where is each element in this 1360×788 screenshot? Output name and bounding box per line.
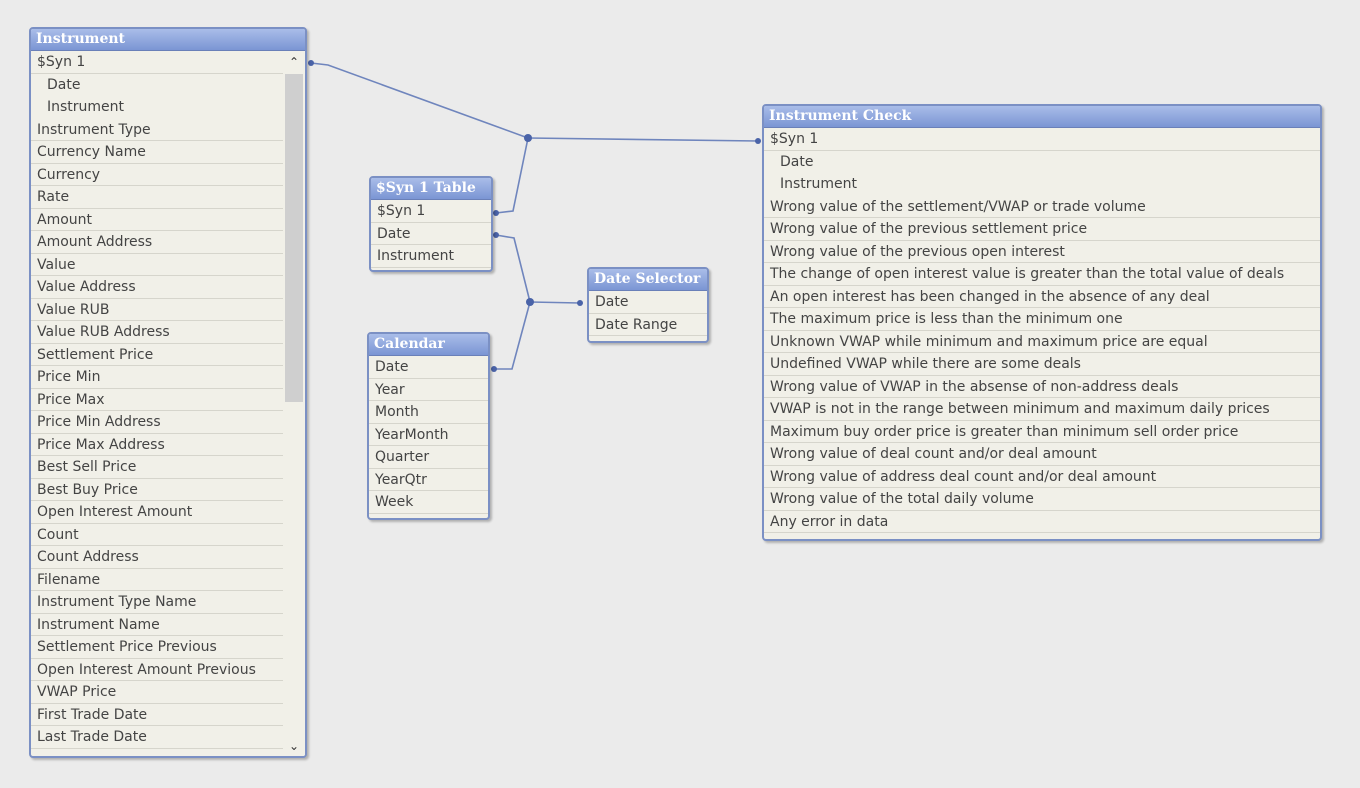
link-syn1date-to-hub (495, 234, 531, 303)
port-syn1 (493, 210, 499, 216)
table-title[interactable]: Date Selector (589, 269, 707, 291)
field-row[interactable]: Last Trade Date (31, 726, 283, 749)
field-row[interactable]: VWAP is not in the range between minimum… (764, 398, 1320, 421)
field-row[interactable]: Date (371, 223, 491, 245)
field-row[interactable]: Instrument (31, 96, 283, 119)
field-row[interactable]: Amount Address (31, 231, 283, 254)
field-row[interactable]: Wrong value of address deal count and/or… (764, 466, 1320, 488)
field-row[interactable]: Best Buy Price (31, 479, 283, 501)
field-row[interactable]: Settlement Price Previous (31, 636, 283, 659)
field-row[interactable]: Instrument (764, 173, 1320, 196)
field-row[interactable]: Date (764, 151, 1320, 174)
field-row[interactable]: An open interest has been changed in the… (764, 286, 1320, 308)
field-row[interactable]: Instrument Name (31, 614, 283, 636)
field-row[interactable]: Instrument Type Name (31, 591, 283, 614)
field-row[interactable]: First Trade Date (31, 704, 283, 726)
table-title[interactable]: Instrument (31, 29, 305, 51)
field-row[interactable]: Price Min (31, 366, 283, 389)
field-row[interactable]: $Syn 1 (764, 128, 1320, 151)
hub-node-syn (524, 134, 532, 142)
table-calendar[interactable]: Calendar Date Year Month YearMonth Quarter Ye… (367, 332, 490, 520)
link-instrument-to-hub (310, 62, 529, 139)
field-row[interactable]: Count Address (31, 546, 283, 569)
field-row[interactable]: Date (369, 356, 488, 379)
chevron-down-icon[interactable]: ⌄ (283, 736, 305, 756)
port-instrument-check (755, 138, 761, 144)
field-row[interactable]: Open Interest Amount (31, 501, 283, 524)
port-syn1-date (493, 232, 499, 238)
link-hub-to-check (527, 137, 759, 142)
field-row[interactable]: Value RUB Address (31, 321, 283, 344)
field-row[interactable]: Undefined VWAP while there are some deal… (764, 353, 1320, 376)
field-row[interactable]: Value RUB (31, 299, 283, 321)
field-row[interactable]: Price Min Address (31, 411, 283, 434)
field-row[interactable]: Year (369, 379, 488, 401)
field-row[interactable]: Week (369, 491, 488, 514)
field-row[interactable]: Unknown VWAP while minimum and maximum p… (764, 331, 1320, 353)
field-list: $Syn 1 Date Instrument Wrong value of the s… (764, 128, 1320, 533)
field-row[interactable]: Value (31, 254, 283, 276)
field-row[interactable]: Best Sell Price (31, 456, 283, 479)
field-row[interactable]: Value Address (31, 276, 283, 299)
field-row[interactable]: Maximum buy order price is greater than … (764, 421, 1320, 443)
field-row[interactable]: Price Max Address (31, 434, 283, 456)
field-row[interactable]: Price Max (31, 389, 283, 411)
field-row[interactable]: Any error in data (764, 511, 1320, 533)
field-list: Date Date Range (589, 291, 707, 336)
scrollbar-thumb[interactable] (285, 74, 303, 402)
field-row[interactable]: Open Interest Amount Previous (31, 659, 283, 681)
link-hub-to-dateselector (529, 301, 581, 304)
field-list: $Syn 1 Date Instrument Instrument Type Curre… (31, 51, 283, 749)
field-row[interactable]: Currency Name (31, 141, 283, 164)
field-row[interactable]: Filename (31, 569, 283, 591)
table-title[interactable]: Calendar (369, 334, 488, 356)
field-row[interactable]: $Syn 1 (371, 200, 491, 223)
field-row[interactable]: VWAP Price (31, 681, 283, 704)
field-row[interactable]: Currency (31, 164, 283, 186)
field-row[interactable]: Date Range (589, 314, 707, 336)
port-calendar (491, 366, 497, 372)
field-row[interactable]: The change of open interest value is gre… (764, 263, 1320, 286)
table-instrument-check[interactable]: Instrument Check $Syn 1 Date Instrument Wro… (762, 104, 1322, 541)
field-row[interactable]: Wrong value of deal count and/or deal am… (764, 443, 1320, 466)
field-row[interactable]: Amount (31, 209, 283, 231)
field-row[interactable]: Date (589, 291, 707, 314)
field-row[interactable]: Instrument Type (31, 119, 283, 141)
field-row[interactable]: The maximum price is less than the minim… (764, 308, 1320, 331)
field-row[interactable]: Wrong value of the total daily volume (764, 488, 1320, 511)
port-instrument (308, 60, 314, 66)
scrollbar[interactable]: ⌃ ⌄ (283, 52, 305, 756)
field-row[interactable]: Wrong value of the settlement/VWAP or tr… (764, 196, 1320, 218)
port-dateselector (577, 300, 583, 306)
field-row[interactable]: Wrong value of the previous open interes… (764, 241, 1320, 263)
chevron-up-icon[interactable]: ⌃ (283, 52, 305, 72)
field-row[interactable]: Count (31, 524, 283, 546)
field-row[interactable]: YearQtr (369, 469, 488, 491)
table-instrument[interactable]: Instrument $Syn 1 Date Instrument Instrumen… (29, 27, 307, 758)
field-row[interactable]: YearMonth (369, 424, 488, 446)
field-row[interactable]: Month (369, 401, 488, 424)
field-row[interactable]: Wrong value of VWAP in the absense of no… (764, 376, 1320, 398)
link-calendar-to-hub (494, 301, 531, 370)
field-row[interactable]: Date (31, 74, 283, 97)
link-syn1-to-hub (495, 137, 529, 214)
field-row[interactable]: Instrument (371, 245, 491, 268)
field-row[interactable]: Quarter (369, 446, 488, 469)
table-syn1[interactable]: $Syn 1 Table $Syn 1 Date Instrument (369, 176, 493, 272)
field-row[interactable]: Rate (31, 186, 283, 209)
field-list: Date Year Month YearMonth Quarter YearQtr Week (369, 356, 488, 514)
hub-node-date (526, 298, 534, 306)
table-title[interactable]: $Syn 1 Table (371, 178, 491, 200)
field-row[interactable]: Settlement Price (31, 344, 283, 366)
field-row[interactable]: $Syn 1 (31, 51, 283, 74)
table-title[interactable]: Instrument Check (764, 106, 1320, 128)
table-date-selector[interactable]: Date Selector Date Date Range (587, 267, 709, 343)
field-list: $Syn 1 Date Instrument (371, 200, 491, 268)
field-row[interactable]: Wrong value of the previous settlement p… (764, 218, 1320, 241)
